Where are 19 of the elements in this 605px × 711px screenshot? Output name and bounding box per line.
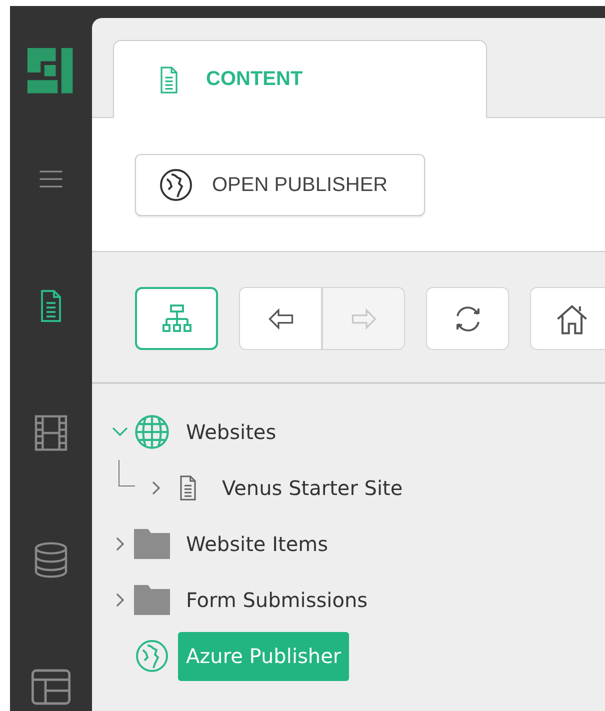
globe-icon: [133, 413, 171, 451]
globe-icon: [134, 638, 170, 674]
home-button[interactable]: [530, 287, 605, 350]
open-publisher-button[interactable]: OPEN PUBLISHER: [135, 154, 425, 216]
tree-item[interactable]: Form Submissions: [178, 576, 376, 624]
back-button[interactable]: [239, 287, 322, 350]
chevron-right-icon[interactable]: [115, 592, 125, 608]
chevron-right-icon[interactable]: [115, 536, 125, 552]
sitemap-button[interactable]: [135, 287, 218, 350]
globe-icon: [158, 167, 194, 203]
chevron-down-icon[interactable]: [111, 426, 129, 438]
folder-icon: [134, 585, 170, 615]
tree-connector: [118, 460, 136, 488]
refresh-button[interactable]: [426, 287, 509, 350]
tree-item[interactable]: Website Items: [178, 520, 336, 568]
folder-icon: [134, 529, 170, 559]
tree-item[interactable]: Venus Starter Site: [214, 464, 411, 512]
tree-item[interactable]: Websites: [178, 408, 284, 456]
chevron-right-icon[interactable]: [151, 480, 161, 496]
